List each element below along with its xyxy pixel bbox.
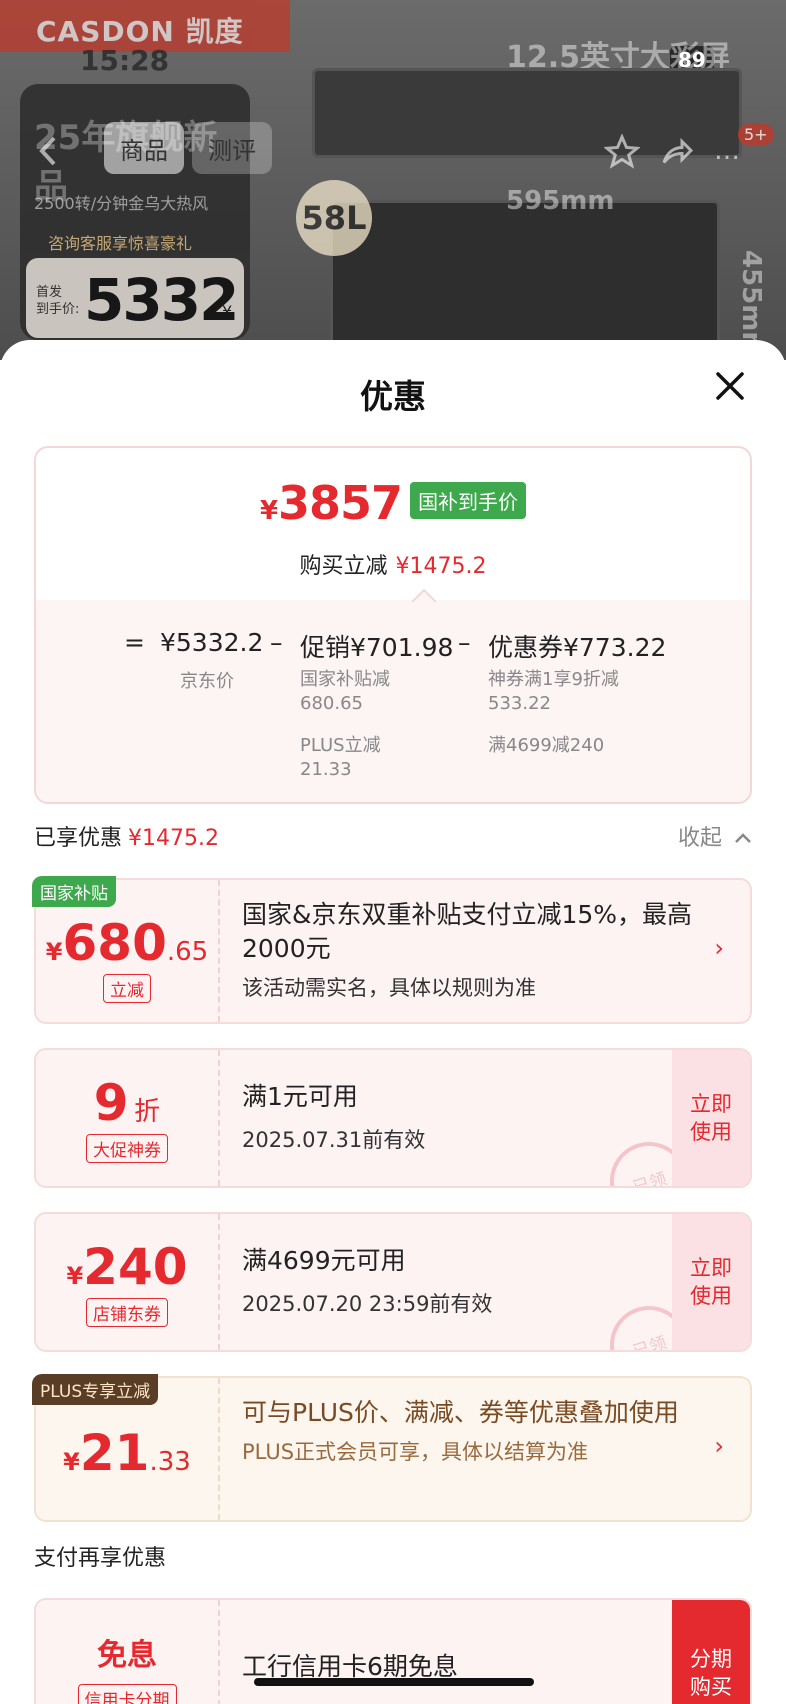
card-line2: PLUS正式会员可享，具体以结算为准 [242, 1440, 589, 1464]
more-dots-icon[interactable]: … [714, 136, 740, 166]
card-line1: 满4699元可用 [242, 1246, 406, 1275]
card-amount: 240 [83, 1238, 188, 1296]
launch-price-value: 5332 [84, 266, 239, 334]
discount-sheet: 优惠 ¥3857 国补到手价 购买立减 ¥1475.2 = ¥5332.2 京东价 … [0, 340, 786, 1704]
coupon-item-threshold: 满4699减240 [488, 735, 605, 756]
close-icon[interactable] [706, 362, 754, 410]
panel-line2: 咨询客服享惊喜豪礼 [48, 234, 193, 253]
capacity-badge: 58L [296, 180, 372, 256]
card-tag: 店铺东券 [86, 1298, 168, 1327]
national-subsidy-badge: 国家补贴 [32, 876, 116, 907]
minus-sign-2: – [458, 628, 471, 657]
notification-badge: 5+ [738, 124, 774, 145]
dimension-width: 595mm [506, 186, 615, 216]
back-arrow-icon[interactable] [34, 134, 64, 168]
final-price-yen: ¥ [259, 496, 279, 526]
coupon-total: 优惠券¥773.22 [488, 633, 667, 662]
promo-item-plus: PLUS立减 21.33 [300, 735, 381, 780]
final-price: ¥3857 国补到手价 [36, 476, 750, 530]
card-line2: 该活动需实名，具体以规则为准 [242, 976, 536, 1000]
discount-card-national-subsidy[interactable]: ¥680.65 立减 国家&京东双重补贴支付立减15%，最高2000元 该活动需… [34, 878, 752, 1024]
product-page-background: CASDON 凯度 15:28 89 12.5英寸大彩屏 25年旗舰新品 250… [0, 0, 786, 360]
card-yen: ¥ [45, 938, 63, 966]
reduce-value: ¥1475.2 [395, 554, 487, 579]
card-decimal: .33 [149, 1447, 191, 1477]
equals-sign: = [124, 628, 145, 657]
plus-badge: PLUS专享立减 [32, 1374, 159, 1405]
card-yen: ¥ [63, 1448, 80, 1476]
launch-price-label: 首发 到手价: [36, 285, 80, 317]
tab-product[interactable]: 商品 [104, 122, 184, 174]
card-text-area: 可与PLUS价、满减、券等优惠叠加使用 PLUS正式会员可享，具体以结算为准 [242, 1378, 712, 1466]
card-amount: 免息 [97, 1638, 157, 1673]
chevron-right-icon: › [714, 1432, 724, 1460]
minus-sign-1: – [270, 628, 283, 657]
card-amount-area: 免息 信用卡分期 [36, 1600, 220, 1704]
tab-review[interactable]: 测评 [192, 122, 272, 174]
card-tag: 大促神券 [86, 1134, 168, 1163]
card-tag: 立减 [103, 974, 151, 1003]
price-summary-box: ¥3857 国补到手价 购买立减 ¥1475.2 = ¥5332.2 京东价 – 促… [34, 446, 752, 804]
card-amount-area: ¥240 店铺东券 [36, 1214, 220, 1350]
coupon-item-super: 神券满1享9折减 533.22 [488, 669, 619, 714]
coupon-card-90-percent[interactable]: 9 折 大促神券 满1元可用 2025.07.31前有效 已领 立即使用 [34, 1048, 752, 1188]
card-text-area: 工行信用卡6期免息 [242, 1600, 642, 1684]
oven-image-bottom [330, 200, 720, 350]
installment-card[interactable]: 免息 信用卡分期 工行信用卡6期免息 分期购买 [34, 1598, 752, 1704]
card-unit: 折 [134, 1097, 161, 1127]
card-line2: 2025.07.20 23:59前有效 [242, 1292, 493, 1316]
enjoyed-discount-header: 已享优惠 ¥1475.2 [34, 820, 219, 852]
home-indicator [254, 1678, 534, 1686]
card-line1: 可与PLUS价、满减、券等优惠叠加使用 [242, 1398, 679, 1427]
card-text-area: 满4699元可用 2025.07.20 23:59前有效 [242, 1214, 642, 1318]
enjoyed-value: ¥1475.2 [128, 826, 219, 851]
final-price-tag: 国补到手价 [410, 482, 527, 519]
jd-price-label: 京东价 [180, 671, 234, 692]
launch-price-unit: ¥ [222, 302, 233, 321]
pay-section-header: 支付再享优惠 [34, 1546, 167, 1571]
chevron-up-icon [735, 833, 751, 843]
status-time: 15:28 [80, 44, 170, 77]
card-amount: 9 [93, 1074, 129, 1132]
reduce-label: 购买立减 [299, 554, 388, 579]
launch-price-box: 首发 到手价: 5332 ¥ [26, 258, 244, 338]
collapse-toggle[interactable]: 收起 [678, 820, 753, 852]
chevron-right-icon: › [714, 934, 724, 962]
summary-pointer [412, 588, 436, 602]
promo-item-national-subsidy: 国家补贴减 680.65 [300, 669, 390, 714]
use-now-button[interactable]: 立即使用 [672, 1050, 750, 1186]
card-amount-area: 9 折 大促神券 [36, 1050, 220, 1186]
jd-price-value: ¥5332.2 [160, 628, 264, 657]
reduce-line: 购买立减 ¥1475.2 [36, 548, 750, 580]
card-line2: 2025.07.31前有效 [242, 1128, 426, 1152]
card-yen: ¥ [66, 1262, 84, 1290]
installment-buy-button[interactable]: 分期购买 [672, 1600, 750, 1704]
card-text-area: 国家&京东双重补贴支付立减15%，最高2000元 该活动需实名，具体以规则为准 [242, 880, 712, 1002]
use-now-button[interactable]: 立即使用 [672, 1214, 750, 1350]
card-amount: 680 [62, 914, 167, 972]
collapse-label: 收起 [678, 826, 723, 851]
share-icon[interactable] [658, 134, 694, 170]
coupon-card-240[interactable]: ¥240 店铺东券 满4699元可用 2025.07.20 23:59前有效 已… [34, 1212, 752, 1352]
card-line1: 国家&京东双重补贴支付立减15%，最高2000元 [242, 900, 693, 963]
sheet-title: 优惠 [360, 377, 426, 416]
panel-line1: 2500转/分钟金乌大热风 [34, 194, 209, 213]
card-tag: 信用卡分期 [77, 1684, 177, 1704]
card-line1: 满1元可用 [242, 1082, 358, 1111]
final-price-value: 3857 [278, 476, 403, 530]
enjoyed-label: 已享优惠 [34, 826, 123, 851]
favorite-star-icon[interactable] [604, 134, 640, 170]
promo-total: 促销¥701.98 [300, 633, 454, 662]
card-amount: 21 [79, 1424, 150, 1482]
card-decimal: .65 [166, 937, 209, 967]
card-text-area: 满1元可用 2025.07.31前有效 [242, 1050, 642, 1154]
